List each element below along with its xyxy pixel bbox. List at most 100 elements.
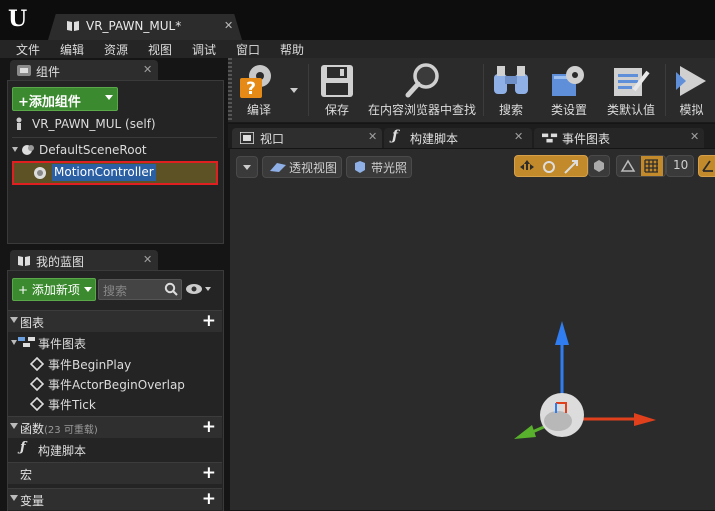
add-component-button[interactable]: +添加组件 [12,87,118,111]
my-blueprint-tab[interactable]: 我的蓝图 ✕ [10,250,158,270]
menu-view[interactable]: 视图 [148,41,172,58]
surface-snap-icon[interactable] [620,159,636,173]
search-icon[interactable] [164,282,178,296]
add-graph-button[interactable]: + [202,312,216,330]
class-defaults-button[interactable]: 类默认值 [600,58,662,122]
search-toolbar-button[interactable]: 搜索 [486,58,536,122]
class-defaults-icon [614,68,650,96]
expand-arrow-icon[interactable] [11,340,17,345]
add-variable-button[interactable]: + [202,490,216,508]
components-tab[interactable]: 组件 ✕ [10,60,158,80]
construct-script-item[interactable]: 构建脚本 [38,442,86,459]
close-icon[interactable]: ✕ [368,130,377,143]
selected-component-row[interactable]: MotionController [12,161,218,185]
expand-arrow-icon[interactable] [10,423,18,429]
perspective-icon [270,163,286,172]
event-begin-play-item[interactable]: 事件BeginPlay [48,356,131,373]
chevron-down-icon [290,88,298,93]
search-placeholder: 搜索 [103,284,128,298]
add-function-button[interactable]: + [202,418,216,436]
class-settings-label: 类设置 [550,103,587,117]
unreal-logo-icon: U [8,6,28,32]
compile-options-button[interactable] [286,58,302,122]
expand-arrow-icon[interactable] [10,317,18,323]
add-macro-button[interactable]: + [202,464,216,482]
functions-label: 函数(23 可重载) [20,420,98,437]
rotate-tool-icon[interactable] [541,159,557,175]
close-icon[interactable]: ✕ [224,19,233,32]
divider [12,137,217,138]
viewport-icon [240,132,254,144]
translate-tool-icon[interactable] [519,159,535,175]
eye-visibility-icon[interactable] [185,282,215,296]
my-blueprint-title: 我的蓝图 [36,255,85,269]
toolbar-separator [665,64,666,116]
functions-text: 函数 [20,422,45,436]
expand-arrow-icon[interactable] [12,147,18,152]
close-icon[interactable]: ✕ [143,63,152,76]
grid-size-dropdown[interactable]: 10 [666,155,694,177]
main-toolbar: ? 编译 保存 在内容浏览器中查找 搜索 类设置 类默认值 模拟 [228,58,715,123]
toolbar-grip[interactable] [228,58,232,122]
event-tick-item[interactable]: 事件Tick [48,396,96,413]
tab-construction-script[interactable]: ƒ 构建脚本 ✕ [384,128,532,148]
add-new-button[interactable]: + 添加新项 [12,278,96,301]
class-settings-button[interactable]: 类设置 [540,58,598,122]
close-icon[interactable]: ✕ [690,130,699,143]
document-tab[interactable]: VR_PAWN_MUL* ✕ [48,14,242,40]
transform-gizmo[interactable] [500,309,670,449]
functions-section[interactable]: 函数(23 可重载) + [8,416,222,438]
close-icon[interactable]: ✕ [514,130,523,143]
blueprint-book-icon [18,256,30,266]
find-in-content-browser-button[interactable]: 在内容浏览器中查找 [364,58,480,122]
x-axis-arrow-head[interactable] [634,413,656,426]
binoculars-icon [494,66,528,94]
graphs-section[interactable]: 图表 + [8,310,222,332]
chevron-down-icon [84,287,92,292]
blueprint-book-icon [67,21,79,31]
simulate-label: 模拟 [679,103,704,117]
tab-event-graph[interactable]: 事件图表 ✕ [534,128,704,148]
perspective-view-button[interactable]: 透视视图 [262,156,342,178]
lit-label: 带光照 [371,161,408,175]
search-input[interactable]: 搜索 [98,279,182,300]
menu-window[interactable]: 窗口 [236,41,260,58]
variables-label: 变量 [20,494,45,508]
variables-section[interactable]: 变量 + [8,488,222,510]
default-scene-root-item[interactable]: DefaultSceneRoot [39,143,147,157]
class-defaults-label: 类默认值 [606,103,655,117]
rotation-snap-toggle[interactable] [698,155,715,177]
function-icon: ƒ [392,128,399,144]
self-item[interactable]: VR_PAWN_MUL (self) [32,117,156,131]
simulate-button[interactable]: 模拟 [668,58,715,122]
expand-arrow-icon[interactable] [10,495,18,501]
menu-file[interactable]: 文件 [16,41,40,58]
world-local-toggle[interactable] [588,155,610,177]
title-bar: U VR_PAWN_MUL* ✕ [0,0,715,40]
menu-edit[interactable]: 编辑 [60,41,84,58]
compile-button[interactable]: ? 编译 [234,58,284,122]
find-in-browser-label: 在内容浏览器中查找 [367,103,476,117]
macros-section[interactable]: 宏 + [8,462,222,484]
y-axis-arrow-head[interactable] [514,425,536,439]
components-title: 组件 [36,65,61,79]
tab-viewport[interactable]: 视口 ✕ [232,128,382,148]
menu-debug[interactable]: 调试 [192,41,216,58]
grid-snap-toggle[interactable] [641,156,663,176]
viewport[interactable]: 透视视图 带光照 10 [230,149,715,510]
viewport-options-button[interactable] [236,156,258,178]
menu-help[interactable]: 帮助 [280,41,304,58]
z-axis-arrow-head[interactable] [555,321,569,345]
event-actor-begin-overlap-item[interactable]: 事件ActorBeginOverlap [48,376,185,393]
tab-event-graph-label: 事件图表 [562,132,611,146]
event-graph-icon [542,133,558,143]
save-button[interactable]: 保存 [312,58,362,122]
close-icon[interactable]: ✕ [143,253,152,266]
menu-asset[interactable]: 资源 [104,41,128,58]
lit-mode-button[interactable]: 带光照 [346,156,412,178]
motion-controller-name[interactable]: MotionController [52,164,156,181]
event-graph-item[interactable]: 事件图表 [38,335,86,352]
chevron-down-icon [243,165,251,170]
tab-construction-script-label: 构建脚本 [410,132,459,146]
scale-tool-icon[interactable] [563,159,579,175]
